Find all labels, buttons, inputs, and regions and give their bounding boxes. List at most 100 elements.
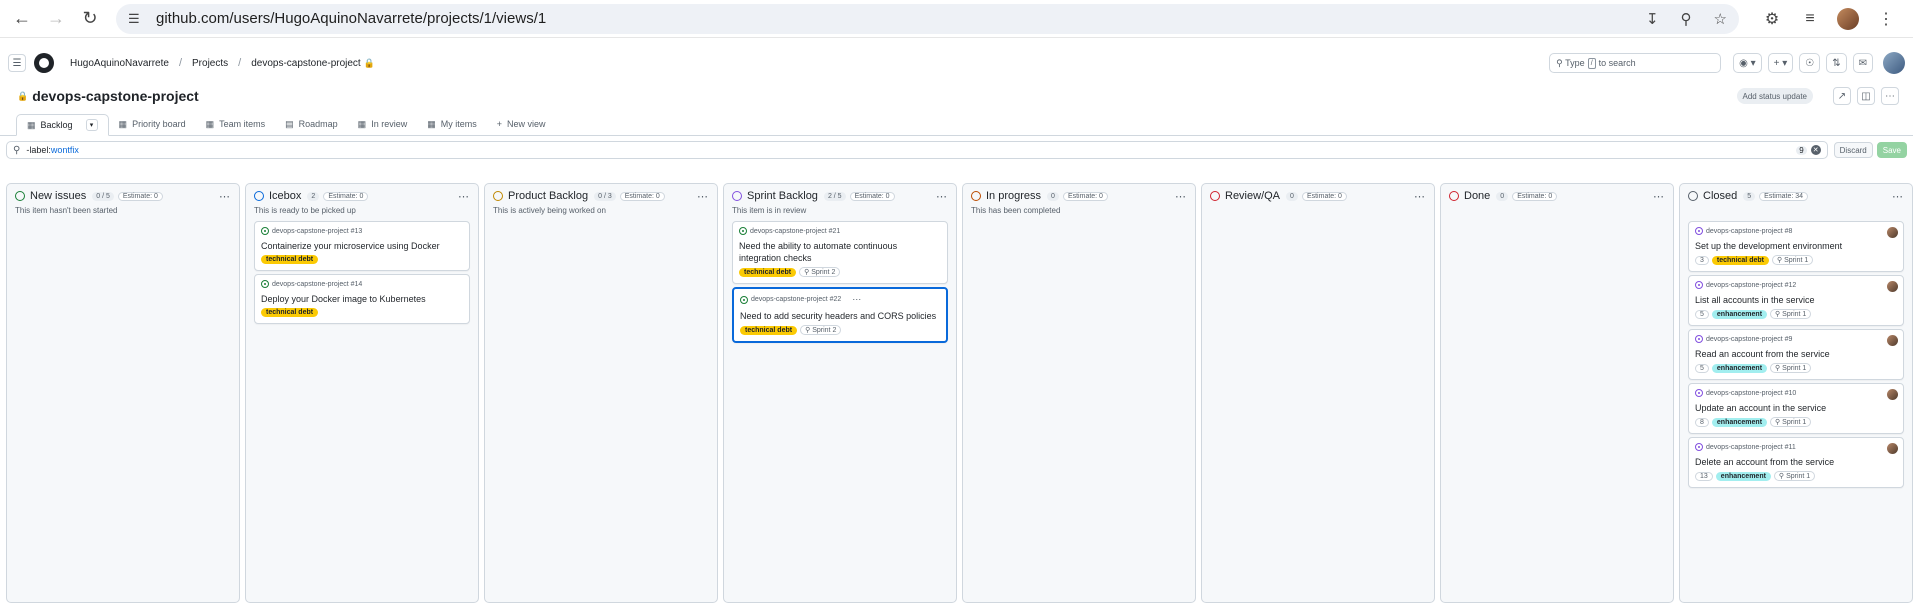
column-menu-icon[interactable]: ⋯ [1892, 190, 1904, 203]
assignee-avatar[interactable] [1887, 443, 1898, 454]
label-badge[interactable]: technical debt [261, 308, 318, 317]
browser-menu-icon[interactable]: ⋮ [1875, 9, 1897, 29]
insights-icon[interactable]: ↗ [1833, 87, 1851, 105]
issue-card[interactable]: devops-capstone-project #8 Set up the dev… [1688, 221, 1904, 272]
closed-issue-icon [1695, 281, 1703, 289]
discard-button[interactable]: Discard [1834, 142, 1873, 158]
issue-ref[interactable]: devops-capstone-project #22 [751, 296, 841, 303]
issue-ref[interactable]: devops-capstone-project #12 [1706, 282, 1796, 289]
label-badge[interactable]: technical debt [739, 268, 796, 277]
browser-profile-avatar[interactable] [1837, 8, 1859, 30]
card-title[interactable]: Deploy your Docker image to Kubernetes [261, 293, 463, 305]
issue-card[interactable]: devops-capstone-project #14 Deploy your D… [254, 274, 470, 324]
zoom-icon[interactable]: ⚲ [1681, 10, 1692, 28]
column-menu-icon[interactable]: ⋯ [1175, 190, 1187, 203]
assignee-avatar[interactable] [1887, 389, 1898, 400]
filter-input[interactable]: ⚲ -label:wontfix 9 ✕ [6, 141, 1828, 159]
issues-icon[interactable]: ☉ [1799, 53, 1820, 73]
github-header: ☰ HugoAquinoNavarrete / Projects / devop… [0, 48, 1913, 78]
breadcrumb-user[interactable]: HugoAquinoNavarrete [70, 58, 169, 69]
copilot-button[interactable]: ◉ ▾ [1733, 53, 1762, 73]
new-view-button[interactable]: + New view [487, 113, 556, 135]
issue-card[interactable]: devops-capstone-project #9 Read an accoun… [1688, 329, 1904, 380]
side-panel-icon[interactable]: ◫ [1857, 87, 1875, 105]
column-menu-icon[interactable]: ⋯ [458, 190, 470, 203]
issue-ref[interactable]: devops-capstone-project #11 [1706, 444, 1796, 451]
assignee-avatar[interactable] [1887, 227, 1898, 238]
label-badge[interactable]: enhancement [1712, 418, 1767, 427]
card-title[interactable]: Need the ability to automate continuous … [739, 240, 941, 264]
label-badge[interactable]: technical debt [261, 255, 318, 264]
column-menu-icon[interactable]: ⋯ [1414, 190, 1426, 203]
label-badge[interactable]: technical debt [740, 326, 797, 335]
label-badge[interactable]: enhancement [1712, 364, 1767, 373]
issue-card[interactable]: devops-capstone-project #21 Need the abil… [732, 221, 948, 284]
issue-ref[interactable]: devops-capstone-project #9 [1706, 336, 1792, 343]
reload-icon[interactable]: ↻ [76, 5, 104, 33]
sprint-label: Sprint 1 [1782, 419, 1806, 426]
status-circle-icon [15, 191, 25, 201]
issue-ref[interactable]: devops-capstone-project #10 [1706, 390, 1796, 397]
issue-card[interactable]: devops-capstone-project #13 Containerize … [254, 221, 470, 271]
card-menu-icon[interactable]: ⋯ [852, 294, 862, 305]
add-status-update-button[interactable]: Add status update [1737, 88, 1814, 104]
extensions-icon[interactable]: ⚙ [1761, 9, 1783, 29]
github-logo-icon[interactable] [34, 53, 54, 73]
tab-roadmap[interactable]: ▤ Roadmap [275, 113, 348, 135]
issue-ref[interactable]: devops-capstone-project #14 [272, 281, 362, 288]
issue-ref[interactable]: devops-capstone-project #21 [750, 228, 840, 235]
card-title[interactable]: Set up the development environment [1695, 240, 1897, 252]
url-text[interactable]: github.com/users/HugoAquinoNavarrete/pro… [156, 10, 1624, 27]
column-estimate: Estimate: 34 [1759, 192, 1808, 201]
chevron-down-icon[interactable]: ▾ [86, 119, 98, 131]
label-badge[interactable]: technical debt [1712, 256, 1769, 265]
card-title[interactable]: Delete an account from the service [1695, 456, 1897, 468]
column-estimate: Estimate: 0 [620, 192, 665, 201]
reading-list-icon[interactable]: ≡ [1799, 10, 1821, 28]
pull-requests-icon[interactable]: ⇅ [1826, 53, 1846, 73]
issue-card[interactable]: devops-capstone-project #11 Delete an acc… [1688, 437, 1904, 488]
bookmark-star-icon[interactable]: ☆ [1714, 10, 1727, 28]
label-badge[interactable]: enhancement [1716, 472, 1771, 481]
address-bar[interactable]: ☰ github.com/users/HugoAquinoNavarrete/p… [116, 4, 1739, 34]
clear-filter-icon[interactable]: ✕ [1811, 145, 1821, 155]
estimate-chip: 5 [1695, 364, 1709, 373]
card-title[interactable]: Need to add security headers and CORS po… [740, 310, 940, 322]
tab-label: Roadmap [299, 119, 338, 129]
hamburger-menu-icon[interactable]: ☰ [8, 54, 26, 72]
forward-arrow-icon[interactable]: → [42, 5, 70, 33]
issue-card[interactable]: devops-capstone-project #12 List all acco… [1688, 275, 1904, 326]
save-button[interactable]: Save [1877, 142, 1907, 158]
tab-my-items[interactable]: ▦ My items [417, 113, 487, 135]
more-options-icon[interactable]: ⋯ [1881, 87, 1899, 105]
issue-card[interactable]: devops-capstone-project #10 Update an acc… [1688, 383, 1904, 434]
global-search-input[interactable]: ⚲ Type / to search [1549, 53, 1721, 73]
tab-priority-board[interactable]: ▦ Priority board [109, 113, 196, 135]
user-avatar[interactable] [1883, 52, 1905, 74]
card-title[interactable]: Containerize your microservice using Doc… [261, 240, 463, 252]
status-circle-icon [1210, 191, 1220, 201]
tab-team-items[interactable]: ▦ Team items [196, 113, 276, 135]
issue-ref[interactable]: devops-capstone-project #8 [1706, 228, 1792, 235]
create-new-button[interactable]: + ▾ [1768, 53, 1794, 73]
column-menu-icon[interactable]: ⋯ [219, 190, 231, 203]
tab-backlog[interactable]: ▦ Backlog ▾ [16, 114, 109, 136]
column-menu-icon[interactable]: ⋯ [936, 190, 948, 203]
assignee-avatar[interactable] [1887, 281, 1898, 292]
column-menu-icon[interactable]: ⋯ [697, 190, 709, 203]
breadcrumb-project[interactable]: devops-capstone-project [251, 58, 361, 69]
tab-in-review[interactable]: ▦ In review [348, 113, 418, 135]
issue-card[interactable]: devops-capstone-project #22 ⋯ Need to add … [732, 287, 948, 343]
card-title[interactable]: Update an account in the service [1695, 402, 1897, 414]
install-app-icon[interactable]: ↧ [1646, 10, 1659, 28]
site-info-icon[interactable]: ☰ [128, 11, 146, 27]
inbox-icon[interactable]: ✉ [1853, 53, 1873, 73]
back-arrow-icon[interactable]: ← [8, 5, 36, 33]
issue-ref[interactable]: devops-capstone-project #13 [272, 228, 362, 235]
label-badge[interactable]: enhancement [1712, 310, 1767, 319]
breadcrumb-projects[interactable]: Projects [192, 58, 228, 69]
card-title[interactable]: List all accounts in the service [1695, 294, 1897, 306]
column-menu-icon[interactable]: ⋯ [1653, 190, 1665, 203]
card-title[interactable]: Read an account from the service [1695, 348, 1897, 360]
assignee-avatar[interactable] [1887, 335, 1898, 346]
